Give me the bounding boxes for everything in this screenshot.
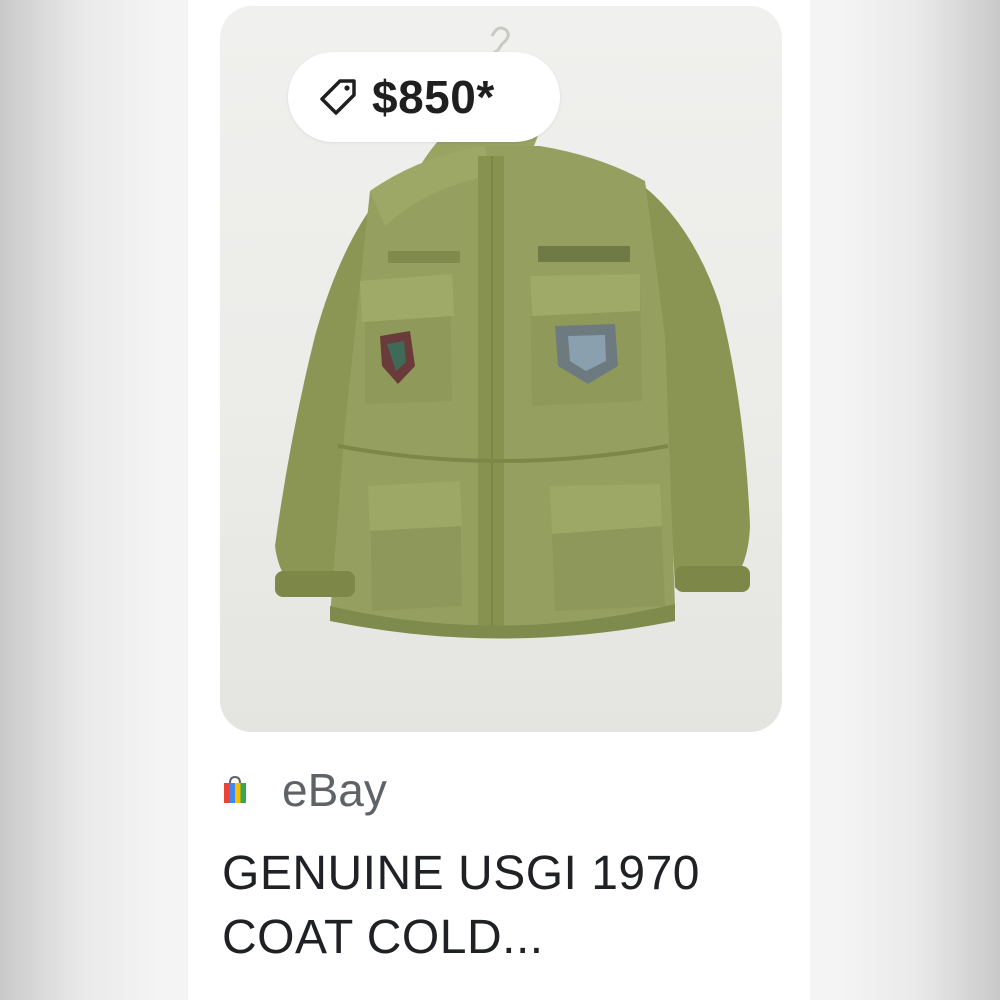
product-image-frame[interactable]: $850* bbox=[220, 6, 782, 732]
price-tag-icon bbox=[320, 79, 356, 115]
source-row[interactable]: eBay bbox=[222, 760, 387, 820]
price-badge: $850* bbox=[288, 52, 560, 142]
shopping-bag-icon bbox=[224, 775, 246, 803]
listing-card[interactable]: $850* eBay GENUINE USGI 1970 COAT COLD..… bbox=[188, 0, 810, 1000]
listing-title[interactable]: GENUINE USGI 1970 COAT COLD... bbox=[222, 842, 782, 970]
price-text: $850* bbox=[372, 71, 495, 123]
source-name: eBay bbox=[282, 764, 387, 816]
